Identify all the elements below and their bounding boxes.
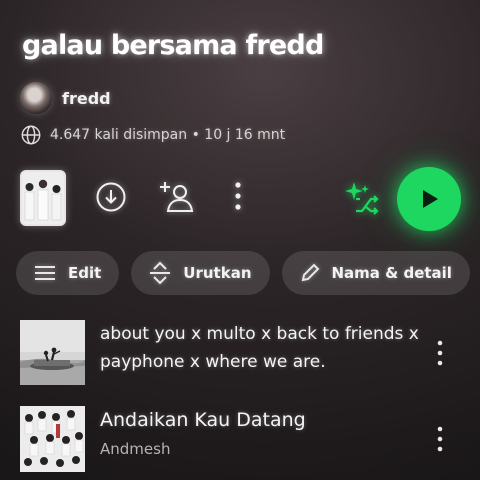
track-row[interactable]: Andaikan Kau Datang Andmesh (20, 406, 465, 480)
edit-chip-label: Edit (68, 264, 102, 282)
track-more-button[interactable] (425, 338, 455, 368)
track-artist: Andmesh (100, 440, 171, 458)
sort-chip-label: Urutkan (183, 264, 252, 282)
track-row[interactable]: about you x multo x back to friends x pa… (20, 320, 465, 386)
action-bar (20, 167, 465, 231)
owner-name[interactable]: fredd (62, 89, 111, 108)
track-artwork (20, 320, 85, 385)
name-details-chip[interactable]: Nama & detail (281, 251, 470, 295)
track-more-button[interactable] (425, 424, 455, 454)
download-icon (96, 182, 126, 212)
globe-icon (21, 125, 41, 145)
track-text: Andaikan Kau Datang Andmesh (100, 406, 420, 458)
track-title: about you x multo x back to friends x pa… (100, 324, 419, 372)
pencil-icon (301, 263, 319, 282)
owner-avatar[interactable] (20, 82, 52, 114)
more-vertical-icon (437, 340, 443, 366)
track-title: Andaikan Kau Datang (100, 409, 306, 431)
playlist-owner[interactable]: fredd (20, 82, 111, 114)
playlist-cover-thumbnail[interactable] (20, 170, 66, 226)
more-options-button[interactable] (228, 178, 248, 214)
track-artwork (20, 406, 85, 472)
more-vertical-icon (437, 426, 443, 452)
edit-chip[interactable]: Edit (16, 251, 120, 295)
sort-chip[interactable]: Urutkan (131, 251, 270, 295)
filter-chips: Edit Urutkan Nama & detail (16, 251, 470, 295)
sort-icon (150, 261, 171, 285)
smart-shuffle-icon (345, 182, 379, 215)
play-icon (423, 190, 438, 208)
playlist-title: galau bersama fredd (22, 30, 324, 61)
smart-shuffle-button[interactable] (342, 178, 382, 218)
add-user-icon (160, 182, 194, 212)
more-vertical-icon (235, 182, 241, 210)
add-collaborator-button[interactable] (158, 178, 198, 216)
name-details-chip-label: Nama & detail (331, 264, 452, 282)
play-button[interactable] (397, 167, 461, 231)
download-button[interactable] (94, 180, 128, 214)
track-text: about you x multo x back to friends x pa… (100, 320, 420, 376)
playlist-meta-text: 4.647 kali disimpan • 10 j 16 mnt (50, 127, 286, 143)
playlist-meta: 4.647 kali disimpan • 10 j 16 mnt (20, 124, 285, 146)
edit-lines-icon (35, 266, 55, 280)
